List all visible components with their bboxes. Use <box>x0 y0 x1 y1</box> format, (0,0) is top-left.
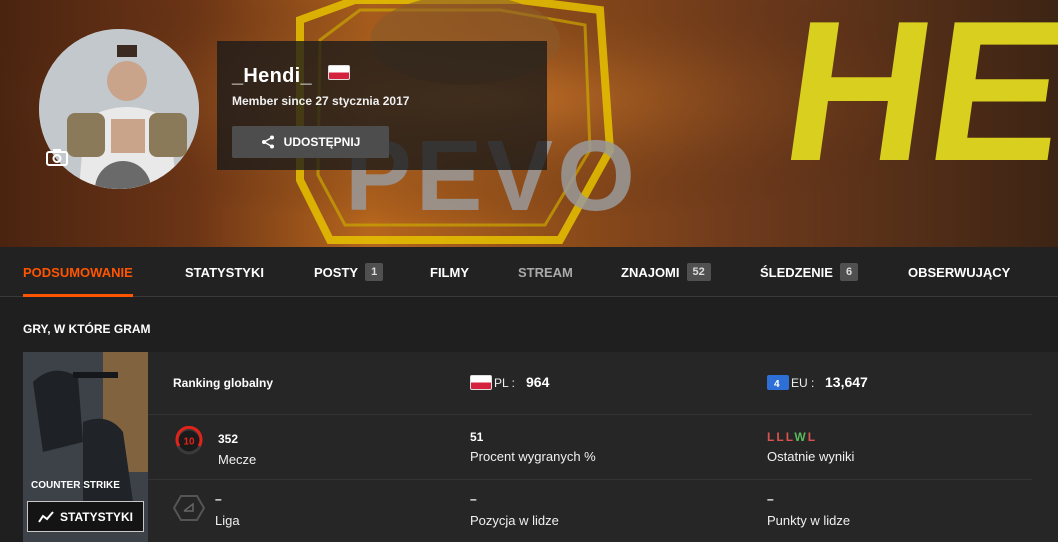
member-since: Member since 27 stycznia 2017 <box>232 94 410 108</box>
game-cover-title: COUNTER STRIKE <box>31 480 120 491</box>
profile-page: PEVO HE _Hendi_ Member since 27 stycznia… <box>0 0 1058 542</box>
trend-icon <box>38 510 54 523</box>
tab-label: STATYSTYKI <box>185 264 264 280</box>
tab-label: STREAM <box>518 264 573 280</box>
winrate-value: 51 <box>470 430 484 444</box>
profile-info-box: _Hendi_ Member since 27 stycznia 2017 UD… <box>217 41 547 170</box>
league-label: Liga <box>215 513 240 528</box>
tab-statystyki[interactable]: STATYSTYKI <box>185 247 264 297</box>
profile-tabs: PODSUMOWANIE STATYSTYKI POSTY 1 FILMY ST… <box>0 247 1058 297</box>
tab-label: PODSUMOWANIE <box>23 264 133 280</box>
recent-results-label: Ostatnie wyniki <box>767 449 855 464</box>
level-value: 10 <box>183 437 195 448</box>
row-divider <box>148 479 1032 480</box>
pl-flag-icon <box>328 65 350 80</box>
tab-count-badge: 6 <box>839 263 859 281</box>
pl-flag-icon <box>470 375 492 390</box>
league-points-value: – <box>767 492 774 506</box>
result-loss: L <box>807 430 818 444</box>
profile-banner: PEVO HE _Hendi_ Member since 27 stycznia… <box>0 0 1058 247</box>
tab-label: ŚLEDZENIE <box>760 264 833 280</box>
section-title: GRY, W KTÓRE GRAM <box>23 322 151 336</box>
share-icon <box>261 135 274 149</box>
game-panel: COUNTER STRIKE STATYSTYKI Ranking global… <box>23 352 1058 542</box>
result-loss: L <box>767 430 777 444</box>
game-stats-button[interactable]: STATYSTYKI <box>27 501 144 532</box>
pl-rank-value: 964 <box>526 374 550 390</box>
tab-label: OBSERWUJĄCY <box>908 264 1011 280</box>
tab-posty[interactable]: POSTY 1 <box>314 247 384 297</box>
share-button-label: UDOSTĘPNIJ <box>283 135 361 149</box>
game-cover[interactable]: COUNTER STRIKE STATYSTYKI <box>23 352 148 542</box>
tab-count-badge: 1 <box>365 263 384 281</box>
tab-stream[interactable]: STREAM <box>518 247 573 297</box>
tab-count-badge: 52 <box>686 263 711 281</box>
matches-label: Mecze <box>218 452 257 467</box>
result-loss: L <box>776 430 786 444</box>
tab-filmy[interactable]: FILMY <box>430 247 469 297</box>
league-position-label: Pozycja w lidze <box>470 513 559 528</box>
level-10-icon: 10 <box>175 426 203 455</box>
eu-rank-value: 13,647 <box>825 374 868 390</box>
tab-label: FILMY <box>430 264 469 280</box>
league-points-label: Punkty w lidze <box>767 513 851 528</box>
tab-znajomi[interactable]: ZNAJOMI 52 <box>621 247 711 297</box>
league-position-value: – <box>470 492 477 506</box>
eu-flag-icon: 4 <box>767 375 789 390</box>
result-win: W <box>794 430 808 444</box>
svg-text:4: 4 <box>774 379 780 390</box>
banner-text-right: HE <box>771 0 1058 203</box>
pl-rank-label: PL : <box>494 376 515 390</box>
tab-label: ZNAJOMI <box>621 264 680 280</box>
camera-icon[interactable] <box>46 148 68 166</box>
tab-sledzenie[interactable]: ŚLEDZENIE 6 <box>760 247 859 297</box>
tab-podsumowanie[interactable]: PODSUMOWANIE <box>23 247 133 297</box>
ranking-label: Ranking globalny <box>173 376 274 390</box>
eu-rank-label: EU : <box>791 376 815 390</box>
winrate-label: Procent wygranych % <box>470 449 596 464</box>
share-button[interactable]: UDOSTĘPNIJ <box>232 126 389 158</box>
matches-value: 352 <box>218 432 239 446</box>
username: _Hendi_ <box>232 65 312 87</box>
league-icon <box>173 495 205 521</box>
tab-obserwujacy[interactable]: OBSERWUJĄCY <box>908 247 1010 297</box>
tab-label: POSTY <box>314 264 359 280</box>
league-value: – <box>215 492 222 506</box>
row-divider <box>148 414 1032 415</box>
recent-results: LLLWL <box>767 430 817 444</box>
game-stats-button-label: STATYSTYKI <box>60 509 133 524</box>
